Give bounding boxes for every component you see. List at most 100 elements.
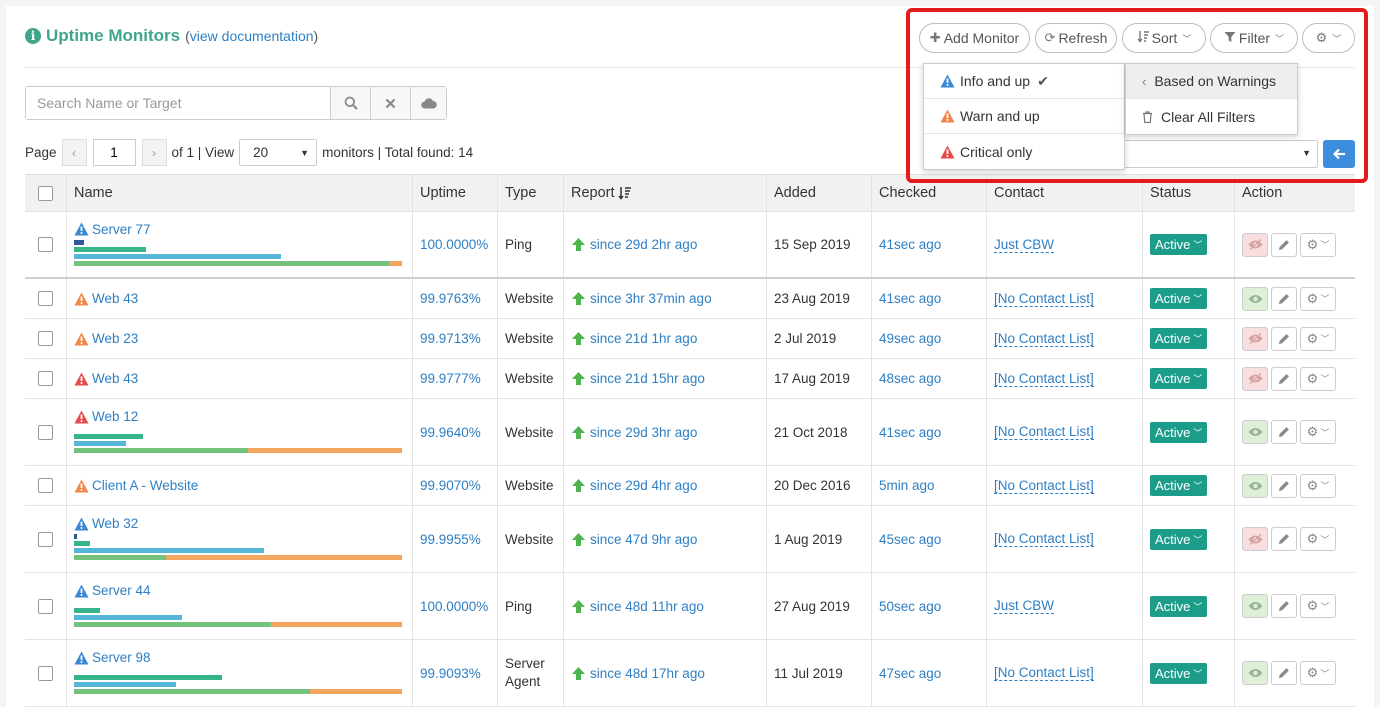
group-select[interactable]: ▼ xyxy=(1120,140,1318,168)
row-checkbox[interactable] xyxy=(38,598,53,614)
select-all-checkbox[interactable] xyxy=(38,185,53,201)
clear-all-filters-item[interactable]: Clear All Filters xyxy=(1126,99,1297,134)
next-page-button[interactable]: › xyxy=(141,139,167,166)
edit-button[interactable] xyxy=(1271,420,1297,444)
contact-link[interactable]: Just CBW xyxy=(994,598,1055,614)
row-settings-button[interactable]: ⚙ ﹀ xyxy=(1300,527,1336,551)
monitor-name-link[interactable]: Server 44 xyxy=(92,583,151,598)
col-uptime[interactable]: Uptime xyxy=(413,175,498,211)
settings-button[interactable]: ⚙ ﹀ xyxy=(1302,23,1355,53)
row-checkbox[interactable] xyxy=(38,291,53,306)
view-documentation-link[interactable]: view documentation xyxy=(190,28,314,44)
row-checkbox[interactable] xyxy=(38,371,53,386)
row-settings-button[interactable]: ⚙ ﹀ xyxy=(1300,661,1336,685)
filter-option-warn[interactable]: Warn and up xyxy=(924,99,1124,134)
uptime-value[interactable]: 99.9070% xyxy=(420,478,481,493)
edit-button[interactable] xyxy=(1271,326,1297,351)
report-link[interactable]: since 29d 2hr ago xyxy=(571,237,697,252)
checked-time[interactable]: 41sec ago xyxy=(879,291,941,306)
status-dropdown-button[interactable]: Active ﹀ xyxy=(1150,234,1208,255)
toggle-visibility-button[interactable] xyxy=(1242,661,1268,685)
checked-time[interactable]: 45sec ago xyxy=(879,532,941,547)
row-settings-button[interactable]: ⚙ ﹀ xyxy=(1300,232,1336,257)
status-dropdown-button[interactable]: Active ﹀ xyxy=(1150,595,1208,617)
checked-time[interactable]: 41sec ago xyxy=(879,425,941,440)
edit-button[interactable] xyxy=(1271,232,1297,257)
contact-link[interactable]: [No Contact List] xyxy=(994,331,1094,347)
contact-link[interactable]: [No Contact List] xyxy=(994,531,1094,547)
status-dropdown-button[interactable]: Active ﹀ xyxy=(1150,662,1208,684)
row-settings-button[interactable]: ⚙ ﹀ xyxy=(1300,326,1336,351)
refresh-button[interactable]: ⟳ Refresh xyxy=(1035,23,1117,53)
row-checkbox[interactable] xyxy=(38,531,53,547)
monitor-name-link[interactable]: Web 32 xyxy=(92,516,138,531)
report-link[interactable]: since 48d 11hr ago xyxy=(571,599,704,614)
search-button[interactable] xyxy=(330,87,370,119)
report-link[interactable]: since 47d 9hr ago xyxy=(571,532,697,547)
page-number-input[interactable] xyxy=(92,139,136,166)
contact-link[interactable]: [No Contact List] xyxy=(994,291,1094,307)
contact-link[interactable]: [No Contact List] xyxy=(994,424,1094,440)
toggle-visibility-button[interactable] xyxy=(1242,527,1268,551)
back-button[interactable] xyxy=(1323,140,1355,168)
edit-button[interactable] xyxy=(1271,286,1297,311)
filter-option-critical[interactable]: Critical only xyxy=(924,134,1124,169)
uptime-value[interactable]: 99.9777% xyxy=(420,371,481,386)
toggle-visibility-button[interactable] xyxy=(1242,286,1268,311)
col-type[interactable]: Type xyxy=(498,175,564,211)
row-settings-button[interactable]: ⚙ ﹀ xyxy=(1300,366,1336,391)
based-on-warnings-item[interactable]: ‹ Based on Warnings xyxy=(1126,64,1297,99)
edit-button[interactable] xyxy=(1271,473,1297,498)
uptime-value[interactable]: 99.9763% xyxy=(420,291,481,306)
row-settings-button[interactable]: ⚙ ﹀ xyxy=(1300,420,1336,444)
sort-button[interactable]: Sort ﹀ xyxy=(1122,23,1206,53)
monitor-name-link[interactable]: Web 43 xyxy=(92,291,138,306)
cloud-search-button[interactable] xyxy=(410,87,446,119)
prev-page-button[interactable]: ‹ xyxy=(61,139,87,166)
search-input[interactable] xyxy=(26,87,330,119)
monitor-name-link[interactable]: Web 43 xyxy=(92,371,138,386)
monitor-name-link[interactable]: Web 23 xyxy=(92,331,138,346)
monitor-name-link[interactable]: Client A - Website xyxy=(92,478,198,493)
status-dropdown-button[interactable]: Active ﹀ xyxy=(1150,475,1208,496)
row-settings-button[interactable]: ⚙ ﹀ xyxy=(1300,286,1336,311)
status-dropdown-button[interactable]: Active ﹀ xyxy=(1150,328,1208,349)
toggle-visibility-button[interactable] xyxy=(1242,326,1268,351)
status-dropdown-button[interactable]: Active ﹀ xyxy=(1150,528,1208,550)
filter-option-info[interactable]: Info and up ✔ xyxy=(924,64,1124,99)
checked-time[interactable]: 49sec ago xyxy=(879,331,941,346)
report-link[interactable]: since 21d 1hr ago xyxy=(571,331,697,346)
col-report[interactable]: Report xyxy=(564,175,767,211)
uptime-value[interactable]: 99.9640% xyxy=(420,425,481,440)
report-link[interactable]: since 29d 4hr ago xyxy=(571,478,697,493)
checked-time[interactable]: 5min ago xyxy=(879,478,935,493)
filter-button[interactable]: Filter ﹀ xyxy=(1210,23,1298,53)
status-dropdown-button[interactable]: Active ﹀ xyxy=(1150,368,1208,389)
uptime-value[interactable]: 99.9713% xyxy=(420,331,481,346)
monitor-name-link[interactable]: Server 77 xyxy=(92,222,151,237)
uptime-value[interactable]: 99.9093% xyxy=(420,666,481,681)
report-link[interactable]: since 29d 3hr ago xyxy=(571,425,697,440)
contact-link[interactable]: [No Contact List] xyxy=(994,665,1094,681)
toggle-visibility-button[interactable] xyxy=(1242,232,1268,257)
toggle-visibility-button[interactable] xyxy=(1242,420,1268,444)
row-settings-button[interactable]: ⚙ ﹀ xyxy=(1300,594,1336,618)
toggle-visibility-button[interactable] xyxy=(1242,366,1268,391)
edit-button[interactable] xyxy=(1271,661,1297,685)
contact-link[interactable]: Just CBW xyxy=(994,237,1055,253)
row-checkbox[interactable] xyxy=(38,424,53,440)
uptime-value[interactable]: 100.0000% xyxy=(420,599,488,614)
uptime-value[interactable]: 100.0000% xyxy=(420,237,488,252)
toggle-visibility-button[interactable] xyxy=(1242,473,1268,498)
edit-button[interactable] xyxy=(1271,366,1297,391)
add-monitor-button[interactable]: ✚ Add Monitor xyxy=(919,23,1030,53)
row-settings-button[interactable]: ⚙ ﹀ xyxy=(1300,473,1336,498)
report-link[interactable]: since 21d 15hr ago xyxy=(571,371,705,386)
uptime-value[interactable]: 99.9955% xyxy=(420,532,481,547)
checked-time[interactable]: 48sec ago xyxy=(879,371,941,386)
col-status[interactable]: Status xyxy=(1143,175,1235,211)
row-checkbox[interactable] xyxy=(38,237,53,252)
contact-link[interactable]: [No Contact List] xyxy=(994,478,1094,494)
monitor-name-link[interactable]: Server 98 xyxy=(92,650,151,665)
row-checkbox[interactable] xyxy=(38,665,53,681)
